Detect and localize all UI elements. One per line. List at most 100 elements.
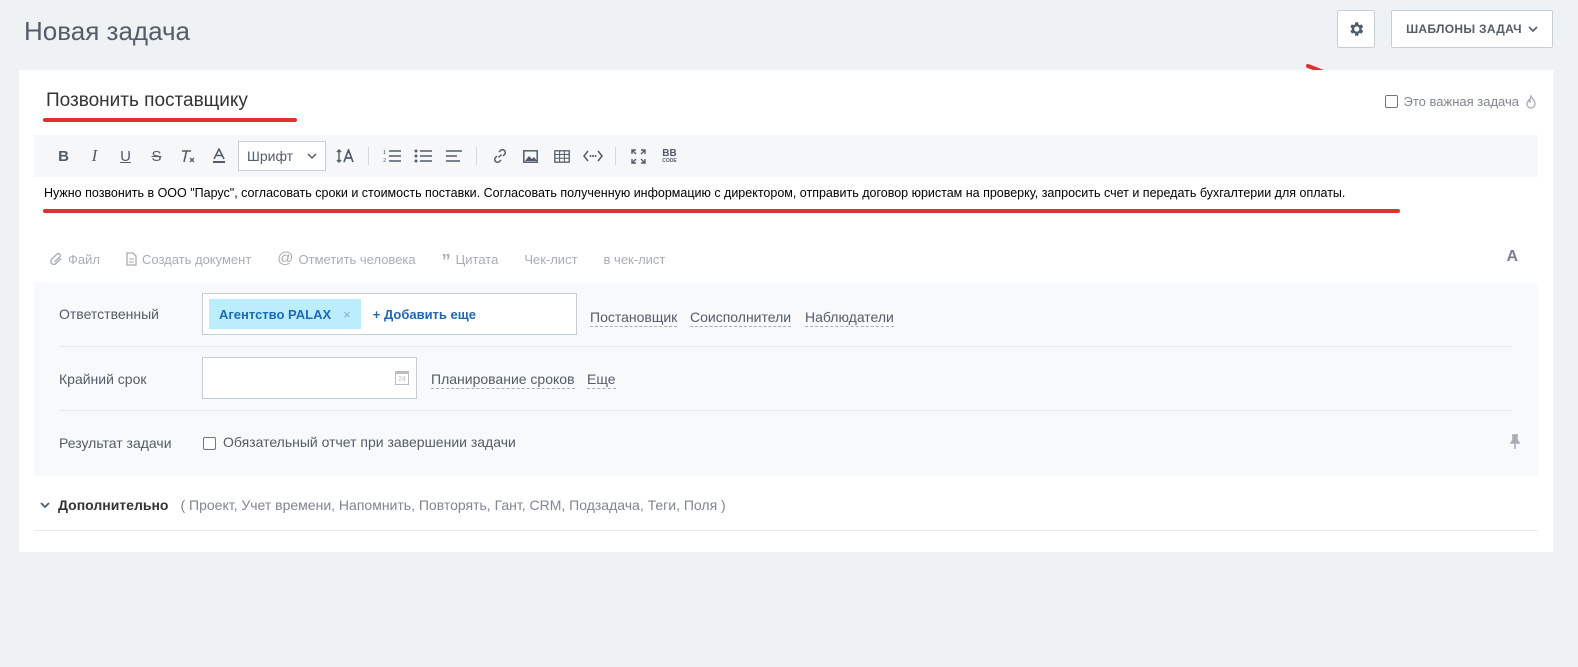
image-button[interactable] <box>515 141 546 171</box>
more-link[interactable]: Еще <box>587 371 616 389</box>
row-divider <box>59 410 1513 411</box>
chevron-down-icon <box>307 153 317 160</box>
required-report-label: Обязательный отчет при завершении задачи <box>223 434 516 450</box>
align-left-icon <box>445 150 462 162</box>
deadline-label: Крайний срок <box>59 371 147 387</box>
font-size-icon <box>336 149 354 163</box>
mention-person-button[interactable]: @ Отметить человека <box>277 250 415 268</box>
fullscreen-icon <box>631 148 646 164</box>
document-icon <box>126 252 137 266</box>
create-document-label: Создать документ <box>141 251 252 267</box>
underline-label: U <box>120 147 131 165</box>
result-label: Результат задачи <box>59 435 172 451</box>
responsible-chip[interactable]: Агентство PALAX × <box>209 299 361 329</box>
coexecutors-link[interactable]: Соисполнители <box>690 309 792 327</box>
ordered-list-icon: 12 <box>383 150 401 163</box>
svg-text:1: 1 <box>383 150 386 156</box>
quote-label: Цитата <box>455 251 499 267</box>
task-title-input[interactable]: Позвонить поставщику <box>46 90 248 112</box>
section-divider <box>34 530 1538 531</box>
font-size-button[interactable] <box>330 141 361 171</box>
create-document-button[interactable]: Создать документ <box>126 252 251 267</box>
fullscreen-button[interactable] <box>623 141 654 171</box>
fire-icon <box>1526 94 1536 109</box>
text-color-button[interactable] <box>203 141 234 171</box>
attach-file-button[interactable]: Файл <box>50 252 100 267</box>
paperclip-icon <box>50 252 62 266</box>
ordered-list-button[interactable]: 12 <box>376 141 407 171</box>
description-annotation-underline <box>43 209 1400 213</box>
responsible-chip-label: Агентство PALAX <box>219 306 332 322</box>
font-select[interactable]: Шрифт <box>238 141 326 171</box>
link-icon <box>493 148 506 164</box>
text-color-icon <box>212 148 225 163</box>
table-button[interactable] <box>546 141 577 171</box>
to-checklist-button[interactable]: в чек-лист <box>604 252 666 267</box>
checklist-button[interactable]: Чек-лист <box>524 252 577 267</box>
clear-format-button[interactable] <box>172 141 203 171</box>
important-label: Это важная задача <box>1403 94 1519 109</box>
pin-icon[interactable] <box>1510 434 1520 450</box>
quote-icon: ” <box>441 251 451 271</box>
additional-items: ( Проект, Учет времени, Напомнить, Повто… <box>180 497 726 513</box>
calendar-icon[interactable]: 24 <box>395 371 409 385</box>
additional-section-toggle[interactable]: Дополнительно ( Проект, Учет времени, На… <box>40 497 726 513</box>
quote-button[interactable]: ” Цитата <box>441 248 499 271</box>
bold-label: B <box>58 147 69 165</box>
responsible-label: Ответственный <box>59 306 159 322</box>
formatting-toggle-button[interactable]: A <box>1506 248 1518 266</box>
link-button[interactable] <box>484 141 515 171</box>
align-button[interactable] <box>438 141 469 171</box>
strike-label: S <box>151 147 162 165</box>
task-fields-panel: Ответственный Агентство PALAX × + Добави… <box>34 282 1538 476</box>
close-icon[interactable]: × <box>343 307 351 322</box>
table-icon <box>553 149 570 163</box>
strikethrough-button[interactable]: S <box>141 141 172 171</box>
toolbar-divider <box>476 147 477 165</box>
at-icon: @ <box>277 250 294 267</box>
bullet-list-button[interactable] <box>407 141 438 171</box>
code-button[interactable] <box>577 141 608 171</box>
task-description-editor[interactable]: Нужно позвонить в ООО "Парус", согласова… <box>44 186 1345 200</box>
bold-button[interactable]: B <box>48 141 79 171</box>
toolbar-divider <box>615 147 616 165</box>
observers-link[interactable]: Наблюдатели <box>805 309 894 327</box>
bbcode-label-top: BB <box>662 147 677 159</box>
important-checkbox[interactable] <box>1384 95 1398 108</box>
task-templates-button[interactable]: ШАБЛОНЫ ЗАДАЧ <box>1391 10 1553 48</box>
calendar-day: 24 <box>398 375 406 383</box>
image-icon <box>523 149 538 163</box>
deadline-input[interactable] <box>202 357 417 399</box>
checklist-label: Чек-лист <box>524 251 578 267</box>
row-divider <box>59 346 1513 347</box>
attachment-bar: Файл Создать документ @ Отметить человек… <box>50 248 665 270</box>
to-checklist-label: в чек-лист <box>603 251 666 267</box>
required-report-checkbox[interactable] <box>203 437 216 450</box>
task-form-card: Позвонить поставщику Это важная задача B… <box>19 70 1553 552</box>
svg-text:2: 2 <box>383 158 386 163</box>
responsible-selector[interactable]: Агентство PALAX × + Добавить еще <box>202 293 577 335</box>
add-more-link[interactable]: + Добавить еще <box>373 307 476 322</box>
chevron-down-icon <box>40 502 50 509</box>
creator-link[interactable]: Постановщик <box>590 309 678 327</box>
italic-label: I <box>91 146 98 165</box>
italic-button[interactable]: I <box>79 141 110 171</box>
chevron-down-icon <box>1528 26 1538 33</box>
code-icon <box>582 150 603 162</box>
bullet-list-icon <box>414 149 432 163</box>
title-annotation-underline <box>43 118 297 122</box>
mention-person-label: Отметить человека <box>298 251 416 267</box>
task-templates-label: ШАБЛОНЫ ЗАДАЧ <box>1406 22 1522 36</box>
attach-file-label: Файл <box>68 251 100 267</box>
settings-button[interactable] <box>1337 10 1375 48</box>
editor-toolbar: B I U S Шрифт 12 BB CODE <box>34 135 1538 177</box>
important-task-toggle[interactable]: Это важная задача <box>1384 94 1537 109</box>
bbcode-label-bottom: CODE <box>662 157 677 164</box>
bbcode-button[interactable]: BB CODE <box>654 141 685 171</box>
font-select-label: Шрифт <box>247 148 294 164</box>
underline-button[interactable]: U <box>110 141 141 171</box>
page-title: Новая задача <box>24 16 190 46</box>
planning-link[interactable]: Планирование сроков <box>431 371 575 389</box>
additional-title: Дополнительно <box>58 497 169 513</box>
clear-format-icon <box>181 149 194 162</box>
